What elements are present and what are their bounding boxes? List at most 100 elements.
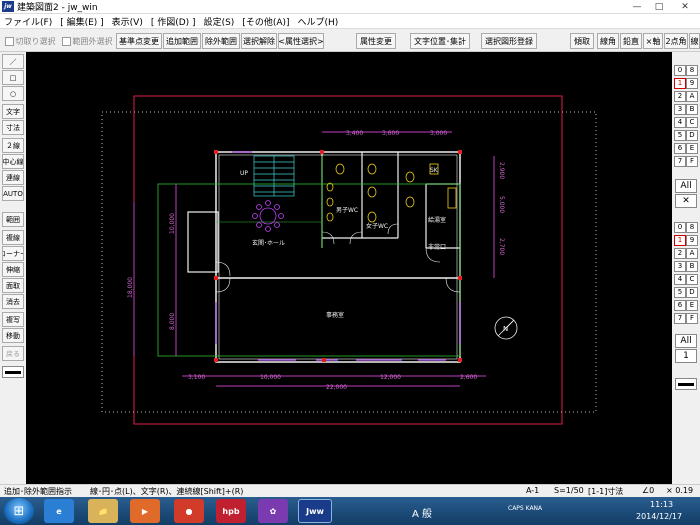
tool-range[interactable]: 範囲 bbox=[2, 212, 24, 227]
layer-group-7[interactable]: 7 bbox=[674, 156, 686, 167]
layer-group-1[interactable]: 1 bbox=[674, 78, 686, 89]
two-point-angle-button[interactable]: 2点角 bbox=[664, 33, 688, 49]
tool-circle[interactable]: ○ bbox=[2, 86, 24, 101]
layer-4[interactable]: 4 bbox=[674, 274, 686, 285]
start-button-icon[interactable]: ⊞ bbox=[4, 498, 34, 524]
layer-group-5[interactable]: 5 bbox=[674, 130, 686, 141]
layer-5[interactable]: 5 bbox=[674, 287, 686, 298]
exclude-range-button[interactable]: 除外範囲 bbox=[202, 33, 240, 49]
tool-erase[interactable]: 消去 bbox=[2, 294, 24, 309]
tool-continuous-line[interactable]: 連線 bbox=[2, 170, 24, 185]
attribute-select-button[interactable]: <属性選択> bbox=[278, 33, 324, 49]
tool-offset[interactable]: 複線 bbox=[2, 230, 24, 245]
menu-settings[interactable]: 設定(S) bbox=[200, 15, 239, 28]
tool-auto[interactable]: AUTO bbox=[2, 186, 24, 201]
media-player-icon[interactable]: ▶ bbox=[130, 499, 160, 523]
layer-group-6[interactable]: 6 bbox=[674, 143, 686, 154]
status-scale[interactable]: S=1/50 bbox=[554, 486, 584, 495]
layer-B[interactable]: B bbox=[686, 261, 698, 272]
ime-indicator[interactable]: A 般 bbox=[412, 505, 432, 520]
tool-dimension[interactable]: 寸法 bbox=[2, 120, 24, 135]
line-button[interactable]: 線 bbox=[689, 33, 700, 49]
line-angle-button[interactable]: 線角 bbox=[597, 33, 619, 49]
app-icon[interactable]: ✿ bbox=[258, 499, 288, 523]
tool-extend[interactable]: 伸縮 bbox=[2, 262, 24, 277]
drawing-canvas[interactable]: 3,400 3,600 3,000 UP 玄関･ホール 男子WC 女子WC 給湯… bbox=[26, 52, 672, 484]
layer-1[interactable]: 1 bbox=[674, 235, 686, 246]
layer-group-D[interactable]: D bbox=[686, 130, 698, 141]
explorer-icon[interactable]: 📁 bbox=[88, 499, 118, 523]
register-selected-shape-button[interactable]: 選択図形登録 bbox=[481, 33, 537, 49]
layer-group-3[interactable]: 3 bbox=[674, 104, 686, 115]
out-range-select-checkbox[interactable]: 範囲外選択 bbox=[60, 33, 114, 49]
tool-text[interactable]: 文字 bbox=[2, 104, 24, 119]
layer-2[interactable]: 2 bbox=[674, 248, 686, 259]
tool-undo[interactable]: 戻る bbox=[2, 346, 24, 361]
slope-take-button[interactable]: 傾取 bbox=[570, 33, 594, 49]
layer-group-x-button[interactable]: ✕ bbox=[675, 194, 697, 208]
menu-edit[interactable]: [ 編集(E) ] bbox=[56, 15, 107, 28]
x-axis-button[interactable]: ×軸 bbox=[643, 33, 663, 49]
close-button[interactable]: ✕ bbox=[670, 0, 700, 14]
vertical-button[interactable]: 鉛直 bbox=[620, 33, 642, 49]
tool-move[interactable]: 移動 bbox=[2, 328, 24, 343]
tool-corner[interactable]: コーナー bbox=[2, 246, 24, 261]
menu-help[interactable]: ヘルプ(H) bbox=[294, 15, 343, 28]
entrance-bay bbox=[187, 211, 219, 273]
menu-other[interactable]: [その他(A)] bbox=[238, 15, 293, 28]
cut-select-checkbox[interactable]: 切取り選択 bbox=[4, 33, 56, 49]
status-zoom[interactable]: × 0.19 bbox=[666, 486, 693, 495]
layer-group-E[interactable]: E bbox=[686, 143, 698, 154]
hpb-icon[interactable]: hpb bbox=[216, 499, 246, 523]
status-angle[interactable]: ∠0 bbox=[642, 486, 654, 495]
layer-group-F[interactable]: F bbox=[686, 156, 698, 167]
layer-0[interactable]: 0 bbox=[674, 222, 686, 233]
layer-E[interactable]: E bbox=[686, 300, 698, 311]
layer-all-button[interactable]: All bbox=[675, 334, 697, 348]
menu-file[interactable]: ファイル(F) bbox=[0, 15, 56, 28]
menu-draw[interactable]: [ 作図(D) ] bbox=[147, 15, 200, 28]
change-base-point-button[interactable]: 基準点変更 bbox=[116, 33, 162, 49]
ie-icon[interactable]: e bbox=[44, 499, 74, 523]
tool-rectangle[interactable]: □ bbox=[2, 70, 24, 85]
minimize-button[interactable]: — bbox=[626, 0, 648, 14]
status-layer[interactable]: A-1 bbox=[526, 486, 539, 495]
layer-8[interactable]: 8 bbox=[686, 222, 698, 233]
layer-7[interactable]: 7 bbox=[674, 313, 686, 324]
add-range-button[interactable]: 追加範囲 bbox=[163, 33, 201, 49]
layer-C[interactable]: C bbox=[686, 274, 698, 285]
layer-group-9[interactable]: 9 bbox=[686, 78, 698, 89]
layer-group-8[interactable]: 8 bbox=[686, 65, 698, 76]
menu-view[interactable]: 表示(V) bbox=[108, 15, 147, 28]
layer-group-all-button[interactable]: All bbox=[675, 179, 697, 193]
layer-number-button[interactable]: 1 bbox=[675, 349, 697, 363]
tool-center-line[interactable]: 中心線 bbox=[2, 154, 24, 169]
layer-group-4[interactable]: 4 bbox=[674, 117, 686, 128]
layer-3[interactable]: 3 bbox=[674, 261, 686, 272]
layer-group-A[interactable]: A bbox=[686, 91, 698, 102]
color-line-indicator[interactable] bbox=[675, 378, 697, 390]
tool-line[interactable]: ／ bbox=[2, 54, 24, 69]
layer-A[interactable]: A bbox=[686, 248, 698, 259]
clock-time[interactable]: 11:13 bbox=[650, 500, 673, 509]
text-position-total-button[interactable]: 文字位置･集計 bbox=[410, 33, 470, 49]
layer-group-B[interactable]: B bbox=[686, 104, 698, 115]
status-dim[interactable]: [1-1]寸法 bbox=[588, 486, 623, 497]
tool-copy[interactable]: 複写 bbox=[2, 312, 24, 327]
layer-D[interactable]: D bbox=[686, 287, 698, 298]
layer-9[interactable]: 9 bbox=[686, 235, 698, 246]
layer-F[interactable]: F bbox=[686, 313, 698, 324]
jww-taskbar-icon[interactable]: Jww bbox=[298, 499, 332, 523]
clock-date[interactable]: 2014/12/17 bbox=[636, 512, 682, 521]
line-style-indicator[interactable] bbox=[2, 366, 24, 378]
layer-group-0[interactable]: 0 bbox=[674, 65, 686, 76]
tool-double-line[interactable]: ２線 bbox=[2, 138, 24, 153]
layer-group-C[interactable]: C bbox=[686, 117, 698, 128]
attribute-change-button[interactable]: 属性変更 bbox=[356, 33, 396, 49]
maximize-button[interactable]: □ bbox=[648, 0, 670, 14]
deselect-button[interactable]: 選択解除 bbox=[241, 33, 277, 49]
layer-6[interactable]: 6 bbox=[674, 300, 686, 311]
tool-chamfer[interactable]: 面取 bbox=[2, 278, 24, 293]
layer-group-2[interactable]: 2 bbox=[674, 91, 686, 102]
chrome-icon[interactable]: ● bbox=[174, 499, 204, 523]
